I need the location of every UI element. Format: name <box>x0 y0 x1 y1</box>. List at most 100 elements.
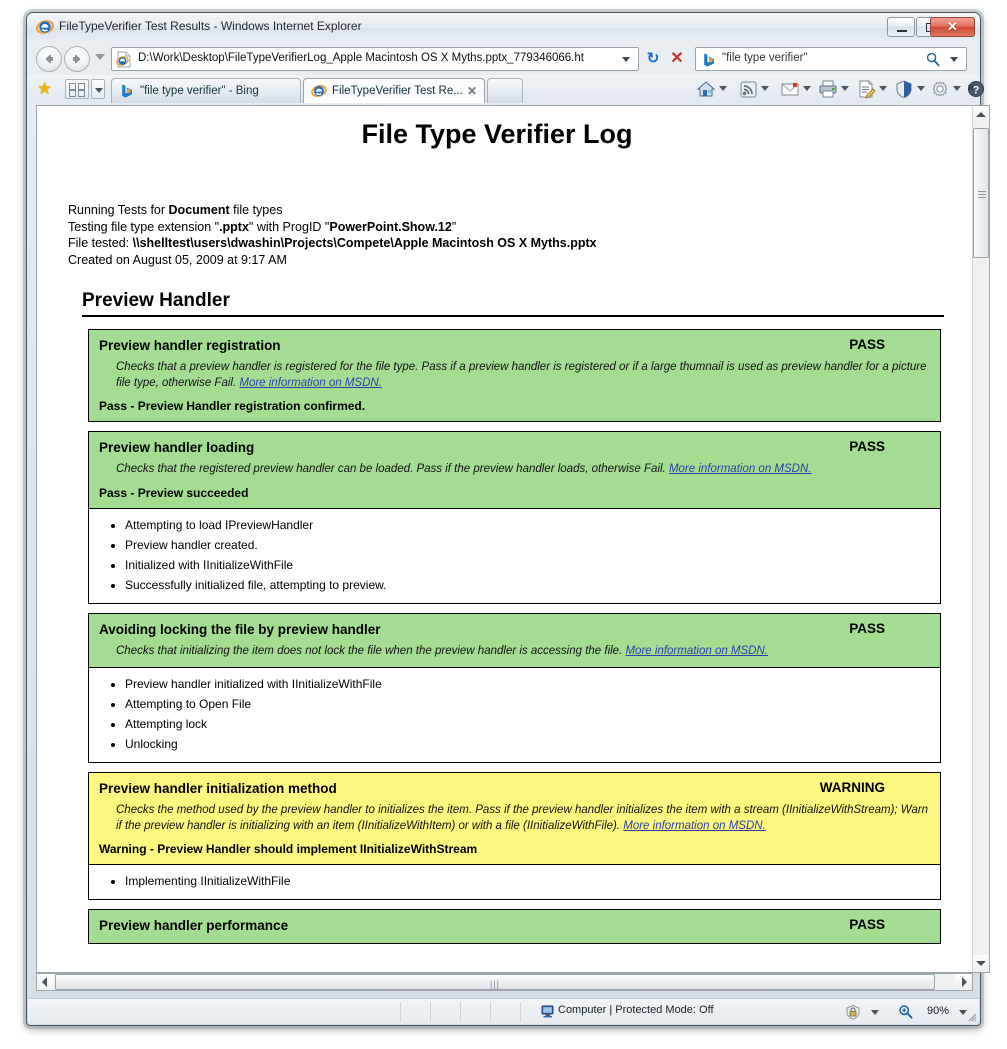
search-text: "file type verifier" <box>722 52 808 64</box>
list-item: Attempting to load IPreviewHandler <box>125 515 940 535</box>
test-description: Checks that a preview handler is registe… <box>116 360 930 391</box>
back-button[interactable] <box>36 46 62 72</box>
quick-tabs-button[interactable] <box>65 79 89 99</box>
test-description-text: Checks the method used by the preview ha… <box>116 804 929 832</box>
stop-button[interactable]: ✕ <box>667 49 687 69</box>
security-zone-text: Computer | Protected Mode: Off <box>558 1004 714 1016</box>
test-detail-log: Preview handler initialized with IInitia… <box>89 667 940 762</box>
resize-grip-icon[interactable] <box>965 1010 977 1022</box>
close-button[interactable]: ✕ <box>930 17 975 37</box>
ie-logo-icon <box>36 20 54 34</box>
test-header: Preview handler performance PASS <box>89 910 940 943</box>
feeds-dropdown-icon[interactable] <box>761 86 769 91</box>
test-detail-log: Implementing IInitializeWithFile <box>89 864 940 899</box>
test-status-badge: PASS <box>849 917 885 932</box>
intro-line-1: Running Tests for Document file types <box>68 203 283 217</box>
msdn-more-info-link[interactable]: More information on MSDN. <box>239 377 382 389</box>
bing-icon <box>122 84 132 98</box>
list-item: Preview handler initialized with IInitia… <box>125 674 940 694</box>
list-item: Attempting to Open File <box>125 694 940 714</box>
list-item: Unlocking <box>125 734 940 754</box>
scroll-right-button[interactable] <box>955 974 972 990</box>
refresh-button[interactable]: ↻ <box>643 49 663 69</box>
page-dropdown-icon[interactable] <box>879 86 887 91</box>
tab-label: "file type verifier" - Bing <box>140 85 259 97</box>
print-icon[interactable] <box>817 79 839 99</box>
test-header: Preview handler loading PASS Checks that t… <box>89 432 940 508</box>
scroll-down-button[interactable] <box>973 955 989 972</box>
page-favicon-icon <box>116 51 131 68</box>
list-item: Initialized with IInitializeWithFile <box>125 555 940 575</box>
tools-gear-icon[interactable] <box>929 79 951 99</box>
test-detail-list: Implementing IInitializeWithFile <box>89 871 940 891</box>
list-item: Implementing IInitializeWithFile <box>125 871 940 891</box>
horizontal-scrollbar-thumb[interactable]: ||| <box>55 974 935 990</box>
address-dropdown-icon[interactable] <box>622 57 630 62</box>
document-page: File Type Verifier Log Running Tests for… <box>37 106 957 963</box>
test-name: Preview handler loading <box>99 440 255 455</box>
tab-label: FileTypeVerifier Test Re... <box>332 85 463 97</box>
new-tab-button[interactable] <box>487 78 523 103</box>
recent-pages-dropdown-icon[interactable] <box>95 54 105 60</box>
safety-dropdown-icon[interactable] <box>917 86 925 91</box>
section-title: Preview Handler <box>82 290 944 317</box>
tab-list-dropdown-button[interactable] <box>91 79 105 99</box>
test-status-badge: WARNING <box>819 780 885 795</box>
feeds-icon[interactable] <box>737 79 759 99</box>
test-result-card: Preview handler initialization method WAR… <box>88 772 941 900</box>
page-icon[interactable] <box>855 79 877 99</box>
test-description: Checks the method used by the preview ha… <box>116 803 930 834</box>
intro-line-4: Created on August 05, 2009 at 9:17 AM <box>68 252 287 267</box>
tab-filetypeverifier-results[interactable]: FileTypeVerifier Test Re... ✕ <box>303 78 485 103</box>
chevron-right-icon <box>962 977 967 987</box>
scroll-left-button[interactable] <box>37 974 54 990</box>
test-status-badge: PASS <box>849 439 885 454</box>
list-item: Preview handler created. <box>125 535 940 555</box>
print-dropdown-icon[interactable] <box>841 86 849 91</box>
protected-mode-icon[interactable] <box>845 1004 861 1020</box>
test-detail-log: Attempting to load IPreviewHandlerPrevie… <box>89 507 940 603</box>
scroll-up-button[interactable] <box>973 106 989 123</box>
test-header: Preview handler registration PASS Checks t… <box>89 330 940 421</box>
test-result-card: Avoiding locking the file by preview han… <box>88 612 941 763</box>
close-icon: ✕ <box>947 19 958 34</box>
tab-close-icon[interactable]: ✕ <box>465 79 479 103</box>
search-dropdown-icon[interactable] <box>950 57 958 62</box>
document-viewport: File Type Verifier Log Running Tests for… <box>36 105 973 973</box>
desktop-background: FileTypeVerifier Test Results - Windows … <box>0 0 1007 1049</box>
favorites-star-icon[interactable]: ★ <box>37 80 55 98</box>
intro-block: Running Tests for Document file types Te… <box>68 202 957 268</box>
test-results-list: Preview handler registration PASS Checks t… <box>88 329 941 944</box>
search-input[interactable]: "file type verifier" <box>695 47 967 71</box>
test-result-text: Pass - Preview succeeded <box>99 485 249 500</box>
mail-dropdown-icon[interactable] <box>803 86 811 91</box>
computer-icon <box>541 1005 554 1018</box>
search-icon[interactable] <box>926 52 940 67</box>
tab-bing-search[interactable]: "file type verifier" - Bing <box>111 78 301 103</box>
address-input[interactable]: D:\Work\Desktop\FileTypeVerifierLog_Appl… <box>111 47 639 71</box>
zoom-icon[interactable] <box>898 1004 913 1019</box>
protected-mode-dropdown-icon[interactable] <box>871 1010 879 1015</box>
tools-dropdown-icon[interactable] <box>953 86 961 91</box>
intro-line-3: File tested: \\shelltest\users\dwashin\P… <box>68 236 597 250</box>
test-description: Checks that initializing the item does n… <box>116 644 930 660</box>
home-icon[interactable] <box>695 79 717 99</box>
msdn-more-info-link[interactable]: More information on MSDN. <box>625 645 768 657</box>
horizontal-scrollbar[interactable]: ||| <box>36 973 973 991</box>
ie-logo-icon <box>311 84 327 98</box>
command-bar-overflow-button[interactable]: » <box>967 80 974 94</box>
safety-shield-icon[interactable] <box>893 79 915 99</box>
test-result-text: Pass - Preview Handler registration conf… <box>99 399 366 413</box>
msdn-more-info-link[interactable]: More information on MSDN. <box>623 820 766 832</box>
forward-button[interactable] <box>64 46 90 72</box>
vertical-scrollbar[interactable] <box>972 105 990 973</box>
window-title-bar[interactable]: FileTypeVerifier Test Results - Windows … <box>27 13 980 43</box>
msdn-more-info-link[interactable]: More information on MSDN. <box>669 463 812 475</box>
mail-icon[interactable] <box>779 79 801 99</box>
vertical-scrollbar-thumb[interactable] <box>973 128 989 258</box>
home-dropdown-icon[interactable] <box>719 86 727 91</box>
test-description: Checks that the registered preview handl… <box>116 462 930 478</box>
test-description-text: Checks that the registered preview handl… <box>116 463 669 475</box>
test-name: Avoiding locking the file by preview han… <box>99 621 381 637</box>
minimize-button[interactable] <box>887 17 915 37</box>
